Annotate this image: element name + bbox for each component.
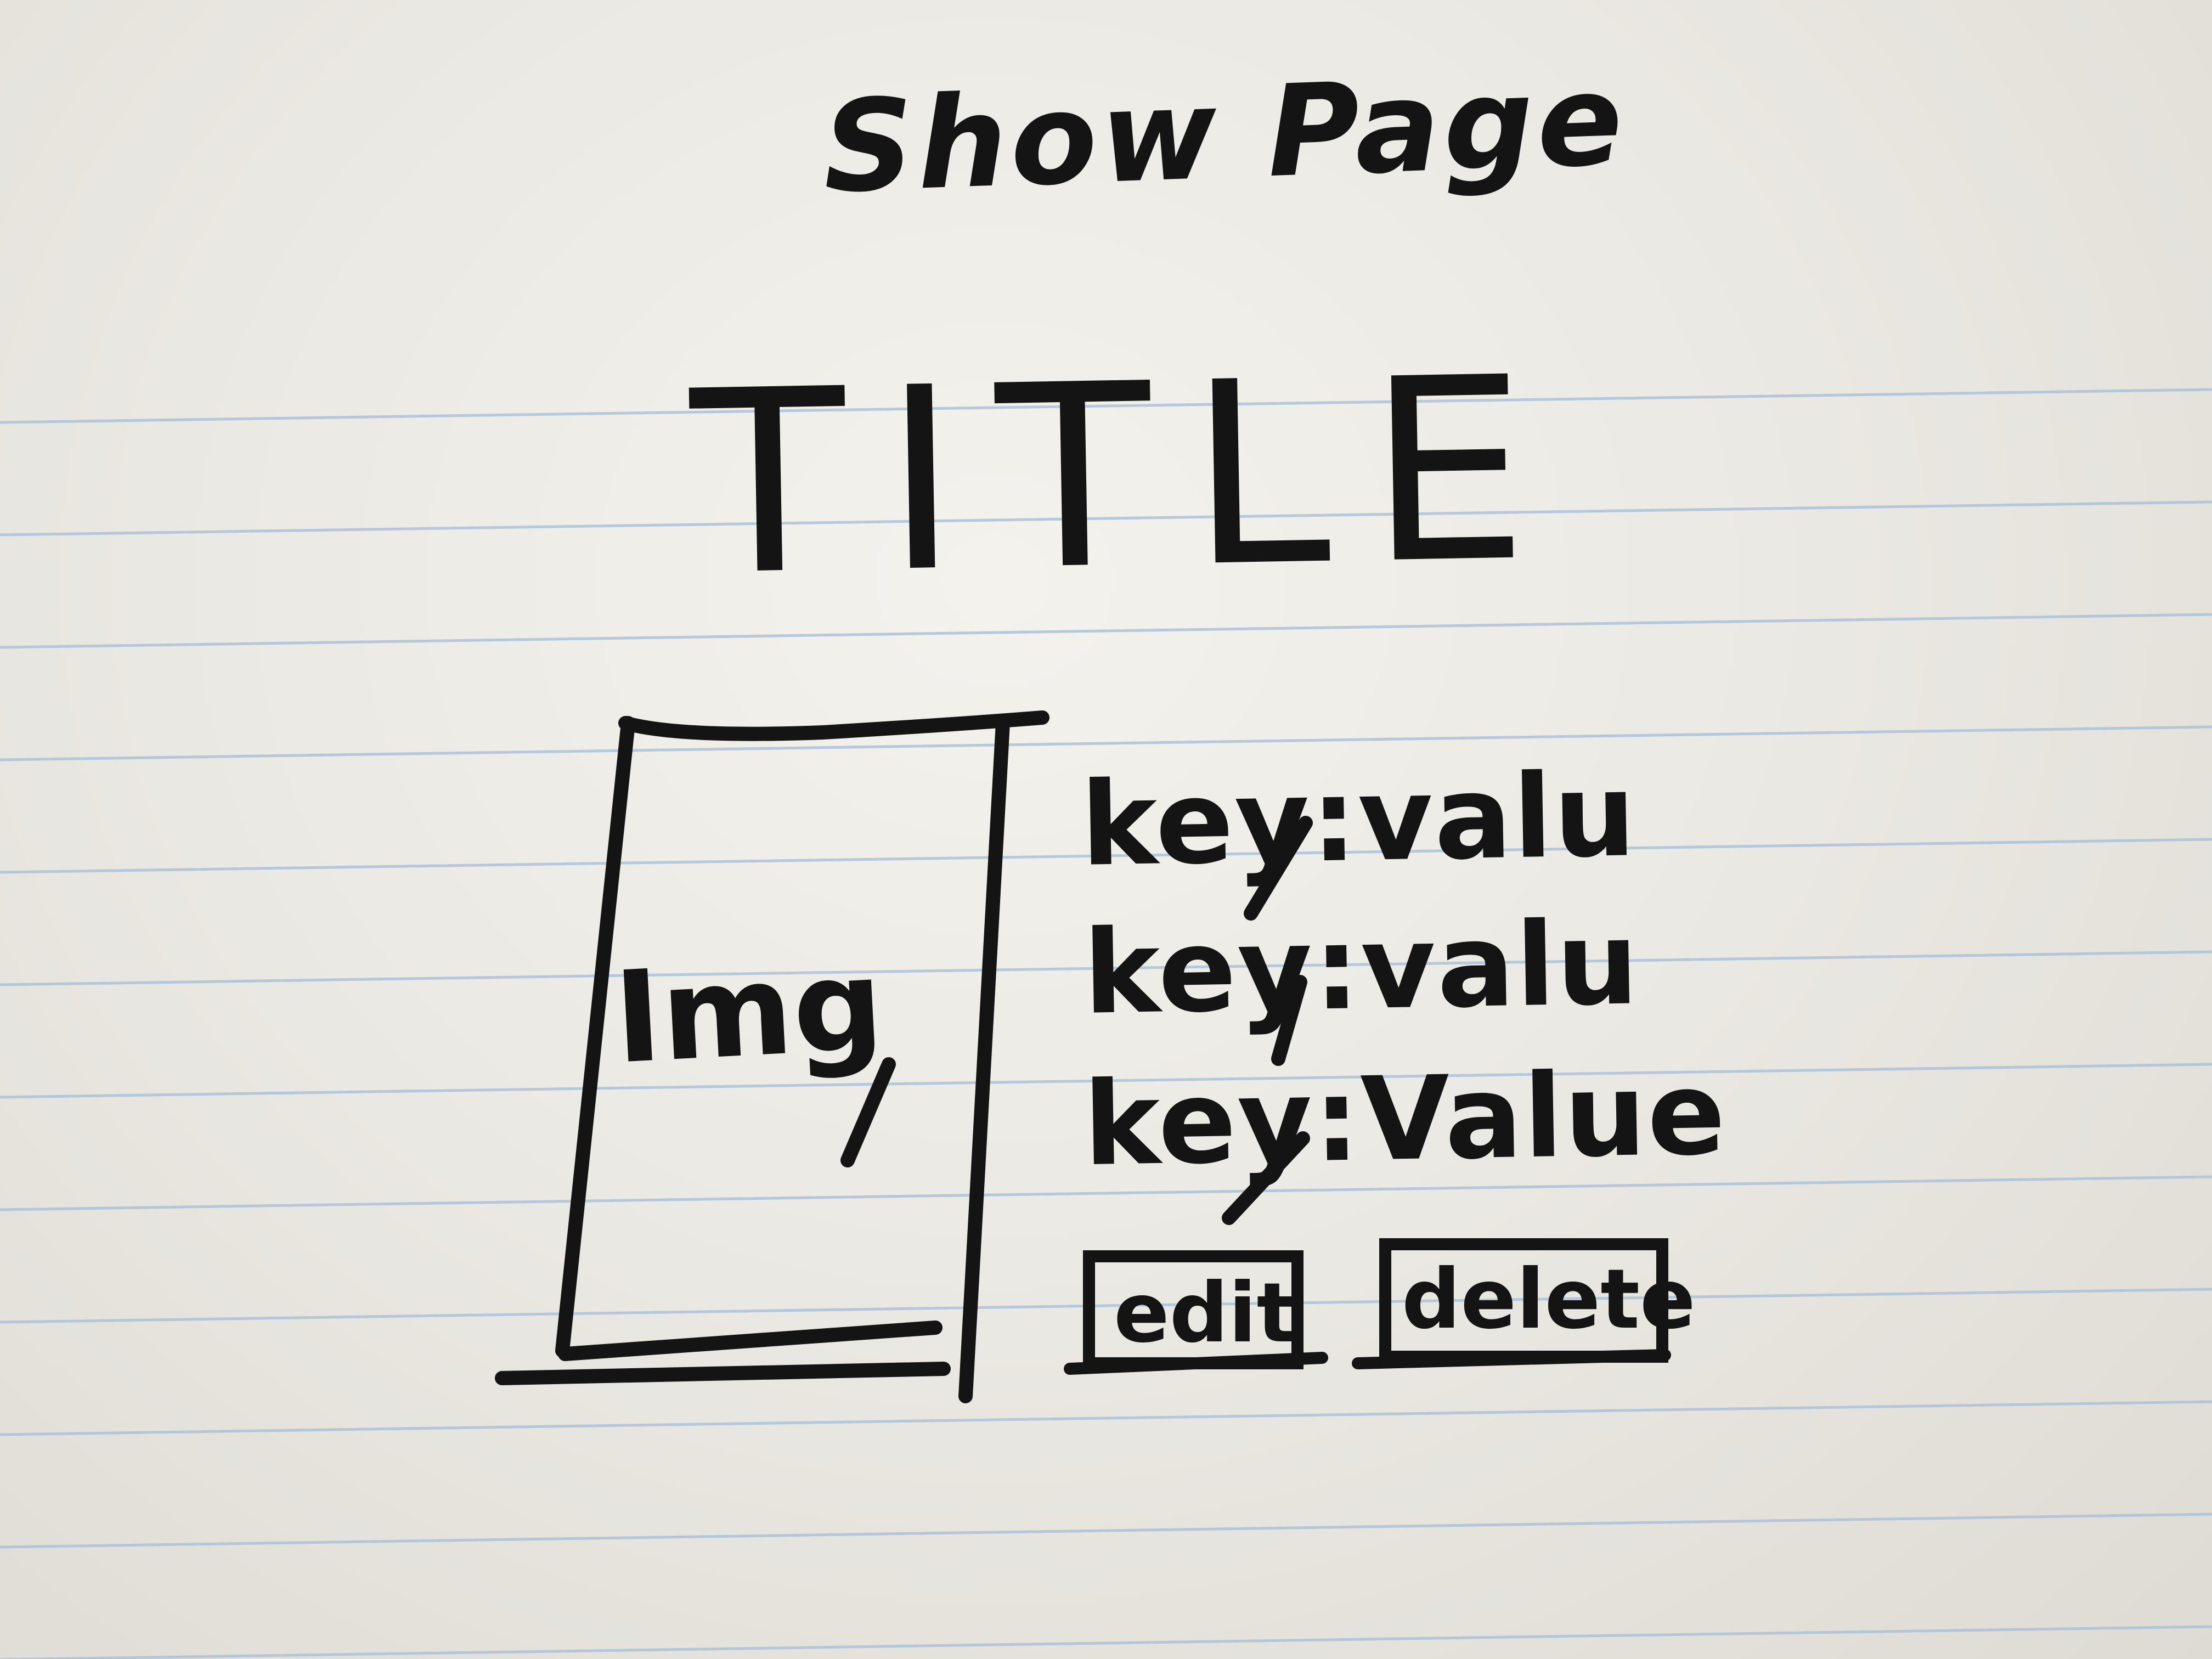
image-frame-bottom [558,1321,943,1361]
field-line-1: key:valu [1079,748,1638,892]
image-frame-top [618,710,1049,741]
page-title: TITLE [689,323,1569,631]
image-frame-base [495,1362,951,1385]
field-line-2: key:valu [1082,896,1641,1040]
page-heading: Show Page [820,47,1628,222]
image-placeholder-label: Img [611,932,887,1092]
edit-button-label: edit [1114,1266,1296,1361]
field-line-3: key:Value [1082,1046,1728,1192]
edit-button[interactable]: edit [1103,1265,1296,1358]
delete-button[interactable]: delete [1391,1251,1696,1355]
image-frame-right [958,716,1010,1403]
delete-button-label: delete [1402,1252,1696,1347]
notebook-sheet: Show Page TITLE Img key:valu key:valu ke… [0,0,2212,1659]
